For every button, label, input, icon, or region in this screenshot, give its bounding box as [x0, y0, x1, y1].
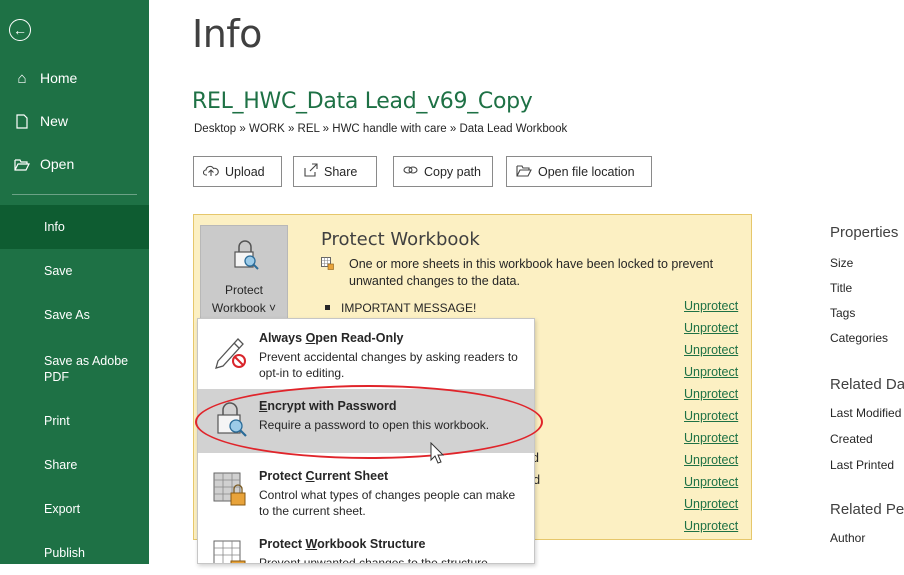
share-icon [303, 163, 318, 180]
menu-item-protect-current-sheet[interactable]: Protect Current Sheet Control what types… [198, 459, 534, 523]
property-author: Author [830, 531, 866, 545]
unprotect-link[interactable]: Unprotect [684, 321, 738, 335]
sidebar-item-home[interactable]: ⌂ Home [0, 60, 149, 96]
lock-key-icon [234, 240, 259, 270]
sidebar-item-publish[interactable]: Publish [0, 531, 149, 575]
breadcrumb: Desktop » WORK » REL » HWC handle with c… [194, 123, 568, 135]
pencil-no-edit-icon [215, 338, 246, 369]
sidebar-item-label: Info [44, 220, 65, 234]
sidebar-item-label: Share [44, 458, 78, 472]
property-last-printed: Last Printed [830, 458, 895, 472]
bullet-text: IMPORTANT MESSAGE! [341, 301, 477, 315]
link-icon [403, 164, 418, 179]
unprotect-link[interactable]: Unprotect [684, 343, 738, 357]
sidebar-item-export[interactable]: Export [0, 487, 149, 531]
open-file-location-label: Open file location [538, 164, 635, 179]
unprotect-link[interactable]: Unprotect [684, 409, 738, 423]
workbook-lock-icon [213, 540, 246, 563]
menu-item-always-open-read-only[interactable]: Always Open Read-Only Prevent accidental… [198, 321, 534, 385]
unprotect-link[interactable]: Unprotect [684, 387, 738, 401]
unprotect-link[interactable]: Unprotect [684, 453, 738, 467]
property-tags: Tags [830, 306, 856, 320]
copy-path-button[interactable]: Copy path [393, 156, 493, 187]
menu-item-title: Protect Current Sheet [259, 469, 389, 483]
sheet-lock-icon [213, 472, 246, 506]
unprotect-link[interactable]: Unprotect [684, 299, 738, 313]
menu-item-desc: Prevent accidental changes by asking rea… [259, 350, 518, 380]
upload-label: Upload [225, 164, 265, 179]
unprotect-link[interactable]: Unprotect [684, 497, 738, 511]
protect-workbook-button[interactable]: Protect Workbook ˅ [200, 225, 288, 329]
upload-cloud-icon [202, 164, 219, 180]
sidebar-divider [12, 194, 137, 195]
sidebar-item-open[interactable]: Open [0, 146, 149, 182]
back-arrow-icon[interactable]: ← [9, 19, 31, 41]
sidebar-item-info[interactable]: Info [0, 205, 149, 249]
sheet-lock-icon [321, 257, 334, 270]
menu-item-desc: Control what types of changes people can… [259, 488, 516, 518]
related-dates-heading: Related Da [830, 376, 904, 393]
folder-open-icon [516, 164, 532, 180]
unprotect-link[interactable]: Unprotect [684, 365, 738, 379]
sidebar-item-label: Export [44, 502, 81, 516]
protect-workbook-title: Protect Workbook [321, 229, 480, 250]
sidebar-item-label: New [40, 113, 69, 129]
menu-item-protect-workbook-structure[interactable]: Protect Workbook Structure Prevent unwan… [198, 527, 534, 564]
new-document-icon [14, 113, 30, 129]
related-people-heading: Related Pe [830, 501, 904, 518]
property-size: Size [830, 256, 854, 270]
share-label: Share [324, 164, 358, 179]
protect-button-label: Protect [224, 283, 263, 297]
menu-item-title: Always Open Read-Only [259, 331, 404, 345]
sidebar-item-label: Save [44, 264, 73, 278]
mouse-cursor-icon [430, 442, 444, 464]
sidebar-item-label: Save As [44, 308, 90, 322]
page-title: Info [192, 12, 262, 56]
open-file-location-button[interactable]: Open file location [506, 156, 652, 187]
sidebar-item-save-as-pdf[interactable]: Save as Adobe PDF [0, 342, 149, 396]
property-title: Title [830, 281, 853, 295]
sidebar-item-save-as[interactable]: Save As [0, 293, 149, 337]
unprotect-link[interactable]: Unprotect [684, 475, 738, 489]
property-categories: Categories [830, 331, 889, 345]
sidebar-item-share[interactable]: Share [0, 443, 149, 487]
home-icon: ⌂ [17, 69, 27, 87]
copy-path-label: Copy path [424, 164, 481, 179]
protect-bullet: IMPORTANT MESSAGE! [325, 301, 476, 315]
menu-item-desc: Prevent unwanted changes to the structur… [259, 556, 488, 564]
sidebar-item-label: Publish [44, 546, 85, 560]
protect-description: One or more sheets in this workbook have… [349, 257, 714, 288]
red-annotation-circle [195, 385, 543, 459]
property-created: Created [830, 432, 873, 446]
unprotect-link[interactable]: Unprotect [684, 519, 738, 533]
property-last-modified: Last Modified [830, 406, 902, 420]
menu-item-title: Protect Workbook Structure [259, 537, 426, 551]
sidebar-item-label: Print [44, 414, 70, 428]
unprotect-link[interactable]: Unprotect [684, 431, 738, 445]
folder-open-icon [14, 158, 30, 171]
sidebar-item-print[interactable]: Print [0, 399, 149, 443]
sidebar-item-label: Save as Adobe PDF [44, 354, 129, 384]
protect-button-label-2: Workbook ˅ [211, 301, 277, 315]
upload-button[interactable]: Upload [193, 156, 282, 187]
backstage-sidebar: ← ⌂ Home New Open Info Save Save As Save… [0, 0, 149, 564]
properties-heading: Properties [830, 224, 899, 241]
sidebar-item-label: Open [40, 156, 75, 172]
share-button[interactable]: Share [293, 156, 377, 187]
sidebar-item-label: Home [40, 70, 78, 86]
bullet-dot [325, 305, 330, 311]
file-name: REL_HWC_Data Lead_v69_Copy [192, 89, 533, 114]
sidebar-item-new[interactable]: New [0, 103, 149, 139]
sidebar-item-save[interactable]: Save [0, 249, 149, 293]
